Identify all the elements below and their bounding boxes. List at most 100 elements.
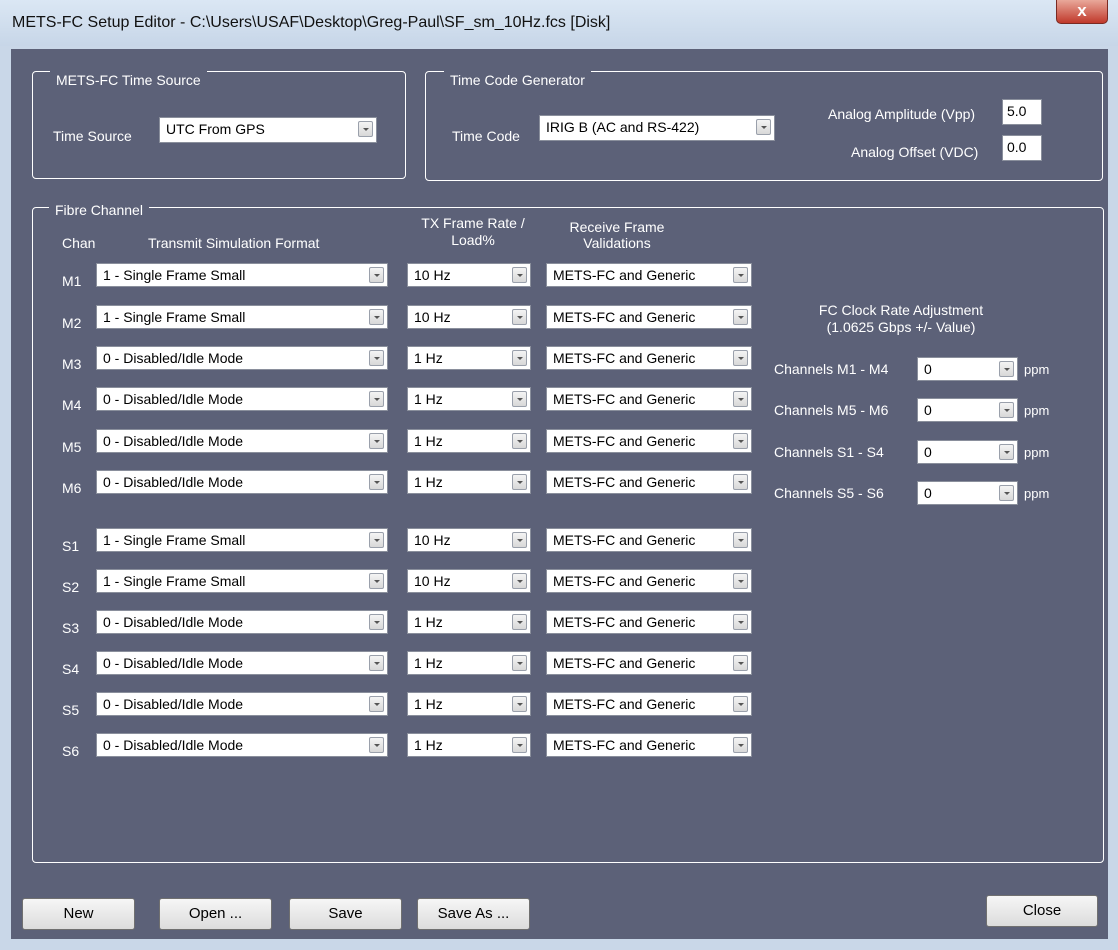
chevron-down-icon[interactable] [733, 309, 748, 325]
chevron-down-icon[interactable] [733, 737, 748, 753]
transmit-format-value: 0 - Disabled/Idle Mode [103, 433, 244, 449]
analog-amplitude-input[interactable]: 5.0 [1002, 99, 1042, 125]
chevron-down-icon[interactable] [512, 655, 527, 671]
frame-rate-select[interactable]: 1 Hz [407, 610, 531, 634]
transmit-format-select[interactable]: 0 - Disabled/Idle Mode [96, 651, 388, 675]
transmit-format-select[interactable]: 0 - Disabled/Idle Mode [96, 387, 388, 411]
chevron-down-icon[interactable] [733, 614, 748, 630]
chevron-down-icon[interactable] [756, 119, 771, 135]
chevron-down-icon[interactable] [733, 350, 748, 366]
validation-select[interactable]: METS-FC and Generic [546, 651, 752, 675]
frame-rate-select[interactable]: 1 Hz [407, 692, 531, 716]
chevron-down-icon[interactable] [999, 402, 1014, 418]
save-button[interactable]: Save [289, 898, 402, 930]
channel-label: S3 [62, 620, 80, 636]
transmit-format-select[interactable]: 1 - Single Frame Small [96, 305, 388, 329]
frame-rate-select[interactable]: 10 Hz [407, 263, 531, 287]
open-button[interactable]: Open ... [159, 898, 272, 930]
transmit-format-select[interactable]: 0 - Disabled/Idle Mode [96, 610, 388, 634]
chevron-down-icon[interactable] [512, 350, 527, 366]
transmit-format-select[interactable]: 0 - Disabled/Idle Mode [96, 470, 388, 494]
title-bar[interactable]: METS-FC Setup Editor - C:\Users\USAF\Des… [0, 0, 1118, 46]
frame-rate-value: 1 Hz [414, 614, 443, 630]
transmit-format-value: 0 - Disabled/Idle Mode [103, 737, 244, 753]
close-window-icon[interactable]: x [1056, 0, 1108, 24]
chevron-down-icon[interactable] [733, 696, 748, 712]
chevron-down-icon[interactable] [358, 121, 373, 137]
frame-rate-select[interactable]: 1 Hz [407, 470, 531, 494]
frame-rate-select[interactable]: 10 Hz [407, 528, 531, 552]
validation-value: METS-FC and Generic [553, 655, 696, 671]
chevron-down-icon[interactable] [369, 309, 384, 325]
chevron-down-icon[interactable] [512, 696, 527, 712]
chevron-down-icon[interactable] [369, 267, 384, 283]
frame-rate-select[interactable]: 1 Hz [407, 429, 531, 453]
chevron-down-icon[interactable] [999, 361, 1014, 377]
chevron-down-icon[interactable] [369, 474, 384, 490]
chevron-down-icon[interactable] [999, 485, 1014, 501]
chevron-down-icon[interactable] [733, 267, 748, 283]
validation-select[interactable]: METS-FC and Generic [546, 470, 752, 494]
transmit-format-select[interactable]: 0 - Disabled/Idle Mode [96, 429, 388, 453]
chevron-down-icon[interactable] [512, 614, 527, 630]
validation-select[interactable]: METS-FC and Generic [546, 692, 752, 716]
close-button[interactable]: Close [986, 895, 1098, 927]
chevron-down-icon[interactable] [733, 391, 748, 407]
chevron-down-icon[interactable] [733, 532, 748, 548]
transmit-format-select[interactable]: 0 - Disabled/Idle Mode [96, 346, 388, 370]
chevron-down-icon[interactable] [512, 737, 527, 753]
chevron-down-icon[interactable] [369, 350, 384, 366]
chevron-down-icon[interactable] [512, 267, 527, 283]
chevron-down-icon[interactable] [369, 391, 384, 407]
transmit-format-select[interactable]: 1 - Single Frame Small [96, 528, 388, 552]
chevron-down-icon[interactable] [369, 696, 384, 712]
chevron-down-icon[interactable] [733, 474, 748, 490]
frame-rate-select[interactable]: 10 Hz [407, 569, 531, 593]
chevron-down-icon[interactable] [512, 391, 527, 407]
chevron-down-icon[interactable] [512, 532, 527, 548]
transmit-format-select[interactable]: 1 - Single Frame Small [96, 263, 388, 287]
frame-rate-select[interactable]: 1 Hz [407, 651, 531, 675]
chevron-down-icon[interactable] [512, 573, 527, 589]
frame-rate-select[interactable]: 1 Hz [407, 387, 531, 411]
chevron-down-icon[interactable] [369, 532, 384, 548]
transmit-format-select[interactable]: 1 - Single Frame Small [96, 569, 388, 593]
chevron-down-icon[interactable] [369, 655, 384, 671]
frame-rate-value: 1 Hz [414, 655, 443, 671]
clock-adjust-select[interactable]: 0 [917, 440, 1018, 464]
chevron-down-icon[interactable] [369, 433, 384, 449]
validation-select[interactable]: METS-FC and Generic [546, 429, 752, 453]
chevron-down-icon[interactable] [999, 444, 1014, 460]
transmit-format-select[interactable]: 0 - Disabled/Idle Mode [96, 733, 388, 757]
new-button[interactable]: New [22, 898, 135, 930]
chevron-down-icon[interactable] [369, 573, 384, 589]
validation-select[interactable]: METS-FC and Generic [546, 610, 752, 634]
chevron-down-icon[interactable] [369, 614, 384, 630]
chevron-down-icon[interactable] [369, 737, 384, 753]
time-source-select[interactable]: UTC From GPS [159, 117, 377, 143]
time-code-select[interactable]: IRIG B (AC and RS-422) [539, 115, 775, 141]
chevron-down-icon[interactable] [512, 474, 527, 490]
validation-select[interactable]: METS-FC and Generic [546, 569, 752, 593]
frame-rate-select[interactable]: 1 Hz [407, 733, 531, 757]
chevron-down-icon[interactable] [512, 433, 527, 449]
validation-select[interactable]: METS-FC and Generic [546, 346, 752, 370]
transmit-format-value: 1 - Single Frame Small [103, 267, 246, 283]
save-as-button[interactable]: Save As ... [417, 898, 530, 930]
chevron-down-icon[interactable] [733, 433, 748, 449]
validation-select[interactable]: METS-FC and Generic [546, 263, 752, 287]
chevron-down-icon[interactable] [733, 573, 748, 589]
chevron-down-icon[interactable] [512, 309, 527, 325]
validation-select[interactable]: METS-FC and Generic [546, 528, 752, 552]
clock-adjust-select[interactable]: 0 [917, 481, 1018, 505]
frame-rate-select[interactable]: 1 Hz [407, 346, 531, 370]
chevron-down-icon[interactable] [733, 655, 748, 671]
clock-adjust-select[interactable]: 0 [917, 398, 1018, 422]
validation-select[interactable]: METS-FC and Generic [546, 387, 752, 411]
transmit-format-select[interactable]: 0 - Disabled/Idle Mode [96, 692, 388, 716]
validation-select[interactable]: METS-FC and Generic [546, 733, 752, 757]
frame-rate-select[interactable]: 10 Hz [407, 305, 531, 329]
analog-offset-input[interactable]: 0.0 [1002, 135, 1042, 161]
clock-adjust-select[interactable]: 0 [917, 357, 1018, 381]
validation-select[interactable]: METS-FC and Generic [546, 305, 752, 329]
